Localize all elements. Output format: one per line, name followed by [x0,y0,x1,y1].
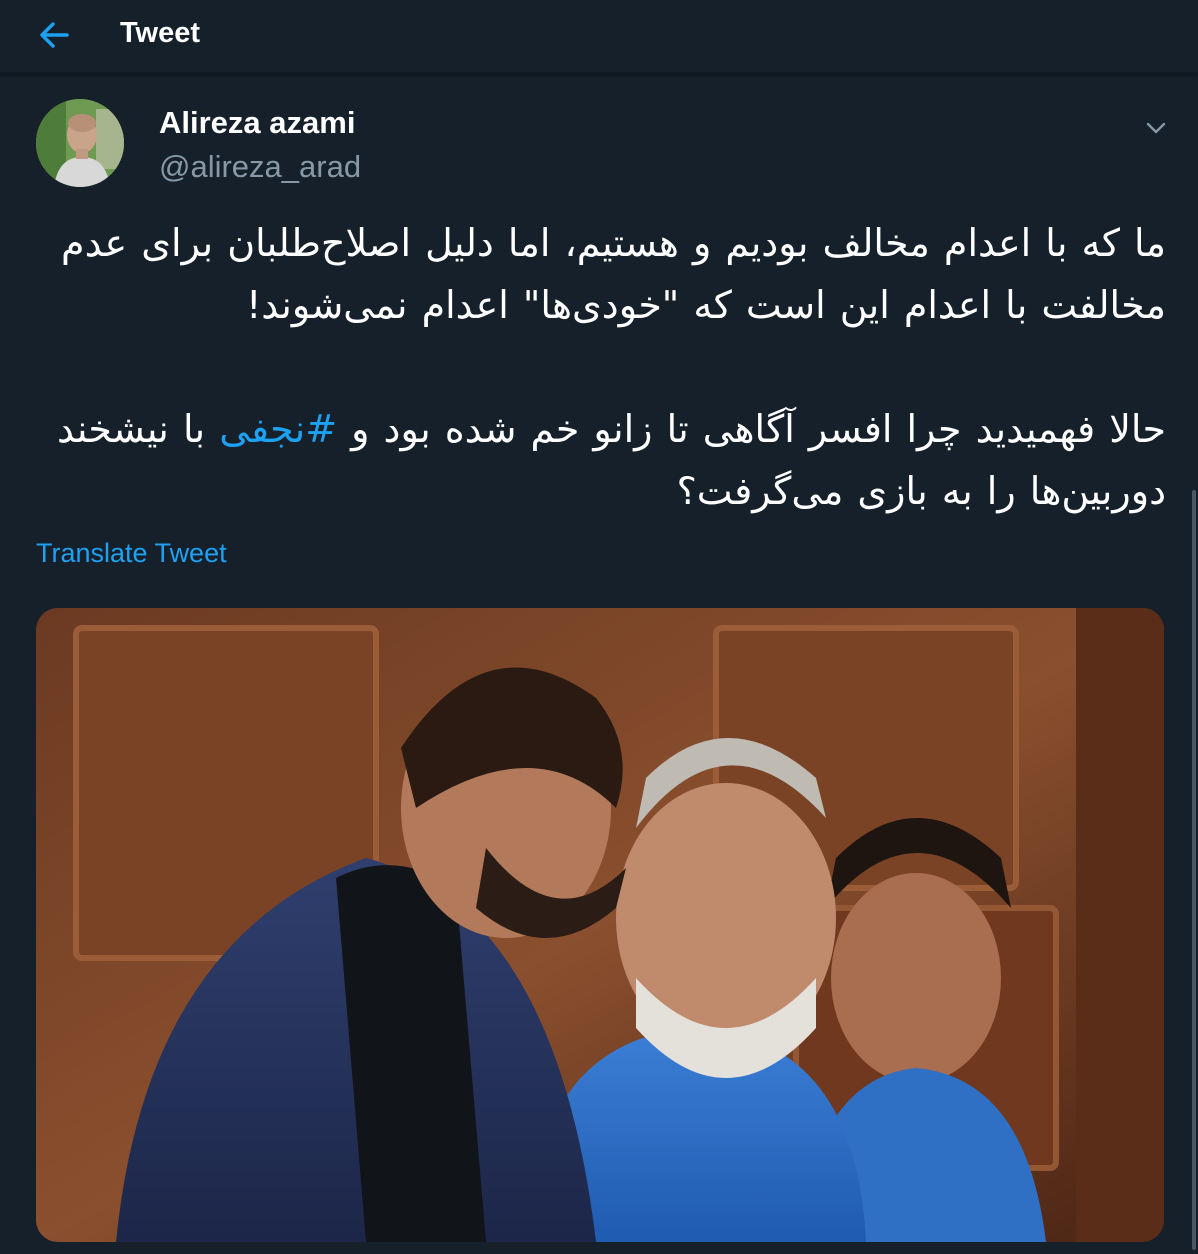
tweet-menu-button[interactable] [1138,112,1174,144]
tweet-paragraph-2-start: حالا فهمیدید چرا افسر آگاهی تا زانو خم ش… [337,407,1166,451]
author-display-name[interactable]: Alireza azami [159,105,355,141]
tweet-photo[interactable] [36,608,1164,1242]
photo-content [36,608,1164,1242]
scrollbar[interactable] [1192,490,1196,1250]
avatar-photo [36,99,124,187]
hashtag-link[interactable]: #نجفی [219,407,337,451]
back-button[interactable] [30,14,78,56]
chevron-down-icon [1146,122,1166,134]
tweet-paragraph-1: ما که با اعدام مخالف بودیم و هستیم، اما … [61,221,1166,327]
page-title: Tweet [120,17,201,49]
tweet-paragraph-2: حالا فهمیدید چرا افسر آگاهی تا زانو خم ش… [36,398,1166,522]
top-bar: Tweet [0,0,1198,74]
author-handle[interactable]: @alireza_arad [159,149,361,185]
tweet-text: ما که با اعدام مخالف بودیم و هستیم، اما … [36,212,1166,522]
translate-tweet-link[interactable]: Translate Tweet [36,538,227,569]
arrow-left-icon [40,22,69,48]
avatar[interactable] [36,99,124,187]
